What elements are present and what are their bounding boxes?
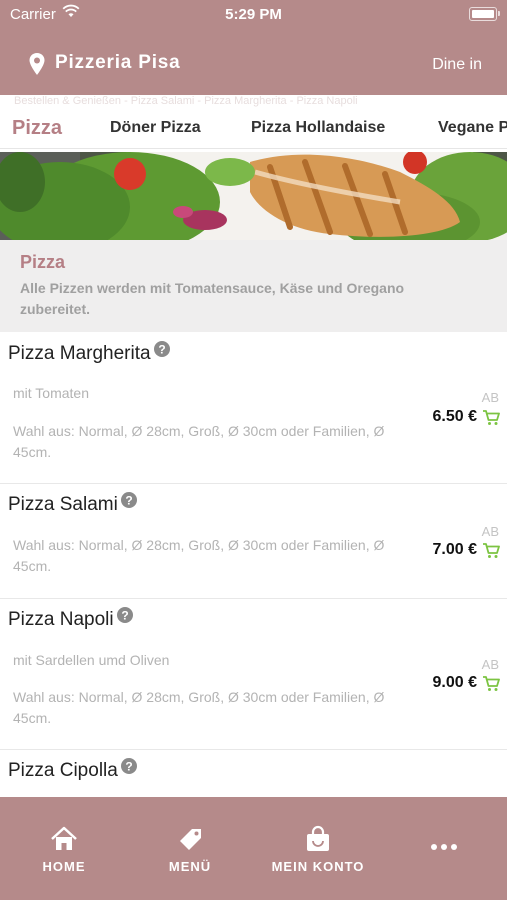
item-price: 6.50 € [432,408,477,425]
add-to-cart-icon[interactable] [482,542,500,564]
clock: 5:29 PM [225,6,282,23]
item-description: mit Sardellen umd Oliven [13,652,170,668]
item-description: mit Tomaten [13,385,89,401]
shopping-bag-icon [304,825,332,856]
item-price: 9.00 € [432,674,477,691]
item-name-row: Pizza Napoli? [8,607,133,631]
category-hero-image [0,152,507,240]
item-size-options: Wahl aus: Normal, Ø 28cm, Groß, Ø 30cm o… [13,689,385,726]
info-icon[interactable]: ? [120,758,137,780]
nav-account-label: MEIN KONTO [271,859,365,874]
nav-menu-label: MENÜ [168,859,212,874]
menu-item[interactable]: Pizza Salami? Wahl aus: Normal, Ø 28cm, … [0,484,507,599]
category-description: Alle Pizzen werden mit Tomatensauce, Käs… [20,280,405,317]
item-name-row: Pizza Margherita? [8,341,170,365]
info-icon[interactable]: ? [120,492,137,514]
nav-home[interactable]: HOME [28,825,100,874]
tag-icon [176,829,204,856]
nav-home-label: HOME [42,859,86,874]
menu-item[interactable]: Pizza Cipolla? [0,750,507,797]
info-icon[interactable]: ? [116,607,133,629]
price-prefix: AB [481,524,499,539]
item-size-options: Wahl aus: Normal, Ø 28cm, Groß, Ø 30cm o… [13,537,385,574]
restaurant-name[interactable]: Pizzeria Pisa [55,52,181,74]
app-header: Pizzeria Pisa Dine in [0,30,507,95]
status-bar: Carrier 5:29 PM [0,0,507,30]
item-name: Pizza Napoli [8,609,114,630]
nav-account[interactable]: MEIN KONTO [266,825,370,874]
item-name: Pizza Salami [8,494,118,515]
menu-item[interactable]: Pizza Napoli? mit Sardellen umd Oliven W… [0,599,507,750]
price-prefix: AB [481,390,499,405]
item-price: 7.00 € [432,541,477,558]
item-name-row: Pizza Cipolla? [8,758,137,782]
more-icon [430,839,458,854]
nav-more[interactable] [416,839,472,854]
home-icon [50,826,78,856]
item-name: Pizza Margherita [8,343,151,364]
category-header: Pizza Alle Pizzen werden mit Tomatensauc… [0,240,507,332]
item-size-options: Wahl aus: Normal, Ø 28cm, Groß, Ø 30cm o… [13,423,385,460]
tab-pizza-hollandaise[interactable]: Pizza Hollandaise [251,119,385,137]
bottom-navigation: HOME MENÜ MEIN KONTO [0,797,507,900]
add-to-cart-icon[interactable] [482,675,500,697]
svg-text:?: ? [158,343,165,357]
svg-text:?: ? [121,609,128,623]
item-name-row: Pizza Salami? [8,492,137,516]
nav-menu[interactable]: MENÜ [154,825,226,874]
add-to-cart-icon[interactable] [482,409,500,431]
tab-vegane-pizza[interactable]: Vegane Pizza [438,119,507,137]
tab-pizza[interactable]: Pizza [12,117,62,140]
info-icon[interactable]: ? [153,341,170,363]
svg-text:?: ? [125,494,132,508]
dine-in-toggle[interactable]: Dine in [432,56,482,74]
category-tabs: Pizza Döner Pizza Pizza Hollandaise Vega… [0,112,507,149]
category-title: Pizza [20,252,66,272]
battery-icon [469,7,500,21]
menu-item[interactable]: Pizza Margherita? mit Tomaten Wahl aus: … [0,333,507,484]
price-prefix: AB [481,657,499,672]
svg-text:?: ? [125,760,132,774]
location-pin-icon[interactable] [28,52,46,81]
item-name: Pizza Cipolla [8,760,118,781]
tab-doner-pizza[interactable]: Döner Pizza [110,119,201,137]
